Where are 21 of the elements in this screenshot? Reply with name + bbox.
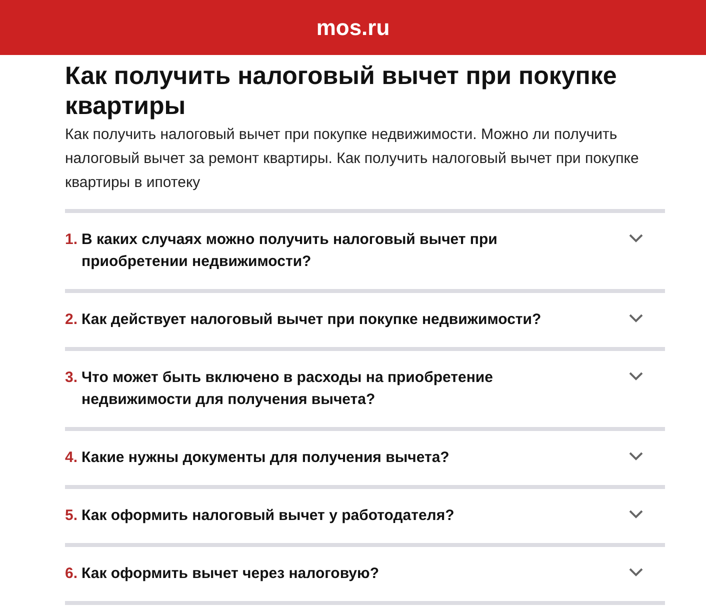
intro-text: Как получить налоговый вычет при покупке недвижимости. Можно ли получить налоговый вычет за ремонт квартиры. Как получить налоговый вычет при покупке квартиры в ипотеку xyxy=(65,125,640,193)
question-text: В каких случаях можно получить налоговый вычет при приобретении недвижимости? xyxy=(82,230,498,272)
faq-item[interactable]: 1. В каких случаях можно получить налоговый вычет при приобретении недвижимости? xyxy=(65,213,665,293)
question-number: 6. xyxy=(65,564,78,584)
faq-item[interactable]: 6. Как оформить вычет через налоговую? xyxy=(65,547,665,605)
question-text: Что может быть включено в расходы на приобретение недвижимости для получения вычета? xyxy=(82,368,494,410)
faq-item[interactable]: 4. Какие нужны документы для получения вычета? xyxy=(65,431,665,489)
faq-item[interactable]: 2. Как действует налоговый вычет при покупке недвижимости? xyxy=(65,293,665,351)
faq-item[interactable]: 5. Как оформить налоговый вычет у работодателя? xyxy=(65,489,665,547)
question-text: Какие нужны документы для получения вычета? xyxy=(82,448,450,468)
question-number: 2. xyxy=(65,310,78,330)
page-title: Как получить налоговый вычет при покупке квартиры xyxy=(65,61,618,121)
question-number: 4. xyxy=(65,448,78,468)
question-number: 3. xyxy=(65,368,78,388)
question-number: 5. xyxy=(65,506,78,526)
faq-item[interactable]: 3. Что может быть включено в расходы на приобретение недвижимости для получения вычета? xyxy=(65,351,665,431)
question-text: Как оформить налоговый вычет у работодателя? xyxy=(82,506,456,526)
question-number: 1. xyxy=(65,230,78,250)
question-text: Как действует налоговый вычет при покупке недвижимости? xyxy=(82,310,542,330)
site-logo[interactable]: mos.ru xyxy=(316,11,390,44)
question-text: Как оформить вычет через налоговую? xyxy=(82,564,380,584)
